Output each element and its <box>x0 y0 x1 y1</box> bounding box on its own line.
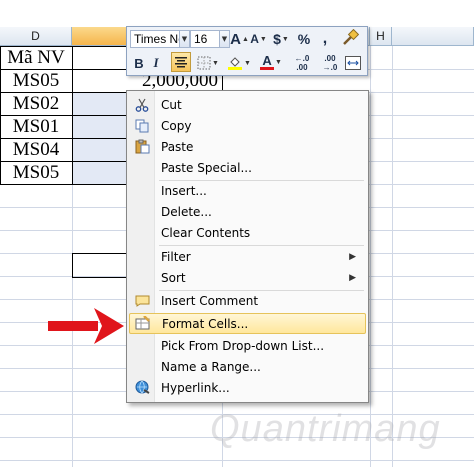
menu-item-label: Filter <box>161 249 191 264</box>
menu-item-label: Insert Comment <box>161 293 259 308</box>
menu-item-label: Hyperlink... <box>161 380 230 395</box>
increase-decimal-button[interactable]: ←.0 .00 <box>289 53 315 73</box>
menu-item-paste[interactable]: Paste <box>129 136 366 157</box>
mini-toolbar: Times Ne ▼ 16 ▼ A ▲ A ▼ $ ▼ % , B I ▼ ▼ A <box>126 26 368 76</box>
cell-ma-nv[interactable]: MS02 <box>0 92 72 115</box>
font-color-icon: A <box>260 53 275 70</box>
red-arrow-icon <box>48 308 124 344</box>
font-color-swatch <box>260 67 275 70</box>
menu-item-label: Sort <box>161 270 186 285</box>
percent-button[interactable]: % <box>295 29 313 49</box>
hyperlink-icon <box>134 380 150 396</box>
decrease-decimal-button[interactable]: .00 →.0 <box>317 53 343 73</box>
font-color-letter: A <box>262 53 272 68</box>
menu-item-delete[interactable]: Delete... <box>129 201 366 222</box>
menu-item-pick-from-list[interactable]: Pick From Drop-down List... <box>129 335 366 356</box>
comma-button[interactable]: , <box>316 29 334 49</box>
font-size-dropdown-icon[interactable]: ▼ <box>219 30 230 48</box>
menu-item-cut[interactable]: Cut <box>129 94 366 115</box>
submenu-arrow-icon: ▶ <box>349 272 356 283</box>
menu-item-label: Format Cells... <box>162 316 249 331</box>
menu-item-hyperlink[interactable]: Hyperlink... <box>129 377 366 398</box>
menu-item-name-a-range[interactable]: Name a Range... <box>129 356 366 377</box>
menu-item-label: Paste <box>161 139 194 154</box>
column-header-d[interactable]: D <box>0 27 72 46</box>
cell-ma-nv[interactable]: MS01 <box>0 115 72 138</box>
format-cells-icon <box>135 316 151 332</box>
submenu-arrow-icon: ▶ <box>349 251 356 262</box>
cell-ma-nv[interactable]: MS04 <box>0 138 72 161</box>
fill-color-button[interactable]: ▼ <box>226 53 252 73</box>
borders-button[interactable]: ▼ <box>195 53 221 73</box>
menu-item-sort[interactable]: Sort ▶ <box>129 267 366 288</box>
format-painter-button[interactable] <box>339 28 361 48</box>
menu-item-filter[interactable]: Filter ▶ <box>129 246 366 267</box>
menu-item-label: Cut <box>161 97 182 112</box>
cell-ma-nv[interactable]: MS05 <box>0 69 72 92</box>
italic-button[interactable]: I <box>149 53 163 73</box>
merge-center-button[interactable] <box>342 53 364 73</box>
menu-item-label: Copy <box>161 118 192 133</box>
shrink-font-icon: A <box>250 32 259 46</box>
grow-font-button[interactable]: A ▲ <box>230 29 249 49</box>
currency-icon: $ <box>273 31 281 47</box>
align-center-button[interactable] <box>171 52 191 72</box>
watermark: Quantrimang <box>210 408 441 450</box>
font-color-button[interactable]: A ▼ <box>258 52 284 72</box>
font-name-field[interactable]: Times Ne <box>130 30 180 48</box>
paste-icon <box>134 139 150 155</box>
menu-item-label: Paste Special... <box>161 160 252 175</box>
menu-item-insert-comment[interactable]: Insert Comment <box>129 290 366 311</box>
menu-item-clear-contents[interactable]: Clear Contents <box>129 222 366 243</box>
bold-button[interactable]: B <box>131 53 147 73</box>
menu-item-format-cells[interactable]: Format Cells... <box>129 313 366 334</box>
context-menu: Cut Copy Paste Paste Special... Insert..… <box>126 90 369 403</box>
grid-line <box>370 46 371 467</box>
copy-icon <box>134 118 150 134</box>
merge-center-icon <box>345 56 361 70</box>
fill-color-icon <box>228 57 243 70</box>
shrink-font-button[interactable]: A ▼ <box>250 29 267 49</box>
menu-item-insert[interactable]: Insert... <box>129 180 366 201</box>
menu-item-label: Clear Contents <box>161 225 251 240</box>
grow-font-icon: A <box>230 30 241 48</box>
currency-button[interactable]: $ ▼ <box>270 29 292 49</box>
menu-item-label: Delete... <box>161 204 212 219</box>
menu-item-copy[interactable]: Copy <box>129 115 366 136</box>
menu-item-paste-special[interactable]: Paste Special... <box>129 157 366 178</box>
grid-line <box>0 460 474 461</box>
font-name-dropdown-icon[interactable]: ▼ <box>179 30 190 48</box>
menu-item-label: Insert... <box>161 183 207 198</box>
menu-item-label: Name a Range... <box>161 359 261 374</box>
grid-line <box>392 46 393 467</box>
cell-header-ma-nv[interactable]: Mã NV <box>0 46 72 69</box>
format-painter-icon <box>343 29 359 45</box>
align-center-icon <box>175 57 187 68</box>
scissors-icon <box>134 97 150 113</box>
cell-ma-nv[interactable]: MS05 <box>0 161 72 184</box>
column-header-i[interactable] <box>392 27 474 46</box>
borders-icon <box>197 56 211 70</box>
font-size-field[interactable]: 16 <box>190 30 220 48</box>
menu-item-label: Pick From Drop-down List... <box>161 338 325 353</box>
comment-icon <box>134 293 150 309</box>
column-header-h[interactable]: H <box>370 27 392 46</box>
